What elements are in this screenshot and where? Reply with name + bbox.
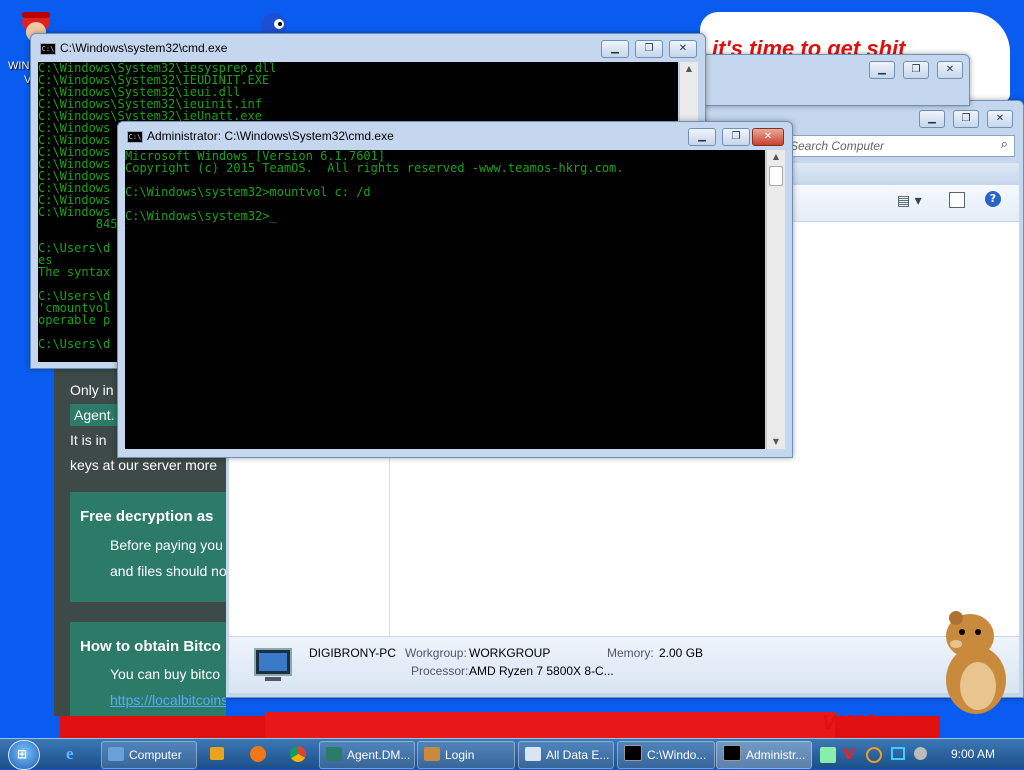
workgroup-label: Workgroup:: [405, 646, 467, 660]
cmd-admin-maximize-button[interactable]: ❐: [722, 128, 750, 146]
free-decryption-box: Free decryption as Before paying you and…: [70, 492, 226, 602]
taskbar-label: Login: [445, 748, 475, 762]
obtain-bitcoin-text: You can buy bitco: [110, 666, 221, 682]
cmd-admin-icon: C:\: [127, 131, 143, 143]
cmd-admin-title: Administrator: C:\Windows\System32\cmd.e…: [147, 129, 394, 143]
tray-app-icon[interactable]: [820, 747, 836, 763]
taskbar-label: Administr...: [746, 748, 806, 762]
windows-logo-icon: ⊞: [17, 747, 28, 761]
volume-tray-icon[interactable]: [914, 747, 927, 760]
admin-scroll-down-arrow[interactable]: ▼: [767, 435, 785, 449]
login-taskbar-icon: [424, 747, 440, 761]
ransom-line-1: Only in: [70, 382, 114, 398]
document-taskbar-icon: [525, 747, 541, 761]
free-decryption-title: Free decryption as: [80, 508, 214, 525]
localbitcoins-link[interactable]: https://localbitcoins.com/buy_bitcoins: [110, 692, 226, 708]
taskbar-button-login[interactable]: Login: [417, 741, 515, 769]
cmd-admin-output: Microsoft Windows [Version 6.1.7601] Copy…: [125, 150, 765, 222]
internet-explorer-icon[interactable]: e: [66, 744, 74, 764]
antivirus-tray-icon[interactable]: V: [843, 745, 859, 763]
cmd-back-titlebar[interactable]: C:\ C:\Windows\system32\cmd.exe ▁ ❐ ✕: [31, 34, 705, 62]
ransom-line-3: keys at our server more: [70, 457, 218, 473]
change-view-icon[interactable]: ▤ ▾: [897, 193, 922, 209]
free-decryption-text-2: and files should no: [110, 563, 226, 579]
explorer-minimize-button[interactable]: ▁: [919, 110, 945, 128]
background-window[interactable]: ▁ ❐ ✕: [700, 54, 970, 106]
cmd-admin-close-button[interactable]: ✕: [752, 128, 784, 146]
computer-icon: [254, 648, 292, 681]
workgroup-value: WORKGROUP: [469, 646, 551, 660]
taskbar-button-cmd[interactable]: C:\Windo...: [617, 741, 715, 769]
free-decryption-text-1: Before paying you: [110, 537, 223, 553]
desktop-icon-1-label: WIN: [8, 60, 30, 72]
processor-label: Processor:: [411, 664, 469, 678]
taskbar-label: All Data E...: [546, 748, 610, 762]
processor-value: AMD Ryzen 7 5800X 8-C...: [469, 664, 614, 678]
computer-taskbar-icon: [108, 747, 124, 761]
cmd-admin-minimize-button[interactable]: ▁: [688, 128, 716, 146]
taskbar-label: Computer: [129, 748, 182, 762]
preview-pane-icon[interactable]: [949, 192, 965, 208]
obtain-bitcoin-title: How to obtain Bitco: [80, 638, 221, 655]
cmd-back-maximize-button[interactable]: ❐: [635, 40, 663, 58]
clock[interactable]: 9:00 AM: [951, 747, 995, 761]
search-icon[interactable]: ⌕: [1001, 137, 1008, 152]
bg-window-maximize-button[interactable]: ❐: [903, 61, 929, 79]
cmd-back-title: C:\Windows\system32\cmd.exe: [60, 41, 228, 55]
cmd-icon: C:\: [40, 43, 56, 55]
taskbar-button-agent[interactable]: Agent.DM...: [319, 741, 415, 769]
cmd-admin-titlebar[interactable]: C:\ Administrator: C:\Windows\System32\c…: [118, 122, 792, 150]
explorer-maximize-button[interactable]: ❐: [953, 110, 979, 128]
taskbar-button-all-data[interactable]: All Data E...: [518, 741, 614, 769]
help-icon[interactable]: ?: [985, 191, 1001, 207]
console-line: C:\Windows\system32>_: [125, 209, 277, 223]
admin-scroll-up-arrow[interactable]: ▲: [767, 150, 785, 164]
monitor-tray-icon[interactable]: [891, 747, 905, 760]
computer-name: DIGIBRONY-PC: [309, 646, 396, 660]
console-line: C:\Windows\system32>mountvol c: /d: [125, 185, 371, 199]
cmd-admin-scrollbar[interactable]: ▲ ▼: [766, 150, 785, 449]
media-player-icon[interactable]: [210, 747, 224, 760]
bg-window-close-button[interactable]: ✕: [937, 61, 963, 79]
console-line: Copyright (c) 2015 TeamOS. All rights re…: [125, 161, 624, 175]
wallpaper-band-text: VMObot: [822, 712, 899, 734]
memory-label: Memory:: [607, 646, 654, 660]
memory-value: 2.00 GB: [659, 646, 704, 660]
browser-taskbar-icon: [326, 747, 342, 761]
details-pane: DIGIBRONY-PC Workgroup: WORKGROUP Memory…: [229, 636, 1019, 693]
admin-cmd-taskbar-icon: [723, 745, 741, 761]
start-button[interactable]: ⊞: [8, 740, 40, 770]
scroll-up-arrow[interactable]: ▲: [680, 62, 698, 76]
cmd-taskbar-icon: [624, 745, 642, 761]
explorer-search-box[interactable]: Search Computer ⌕: [781, 135, 1015, 157]
taskbar: ⊞ e Computer Agent.DM... Login All Data …: [0, 738, 1024, 770]
taskbar-button-admin-cmd[interactable]: Administr...: [716, 741, 812, 769]
taskbar-label: Agent.DM...: [347, 748, 411, 762]
cmd-back-close-button[interactable]: ✕: [669, 40, 697, 58]
explorer-close-button[interactable]: ✕: [987, 110, 1013, 128]
obtain-bitcoin-box: How to obtain Bitco You can buy bitco ht…: [70, 622, 226, 716]
bg-window-minimize-button[interactable]: ▁: [869, 61, 895, 79]
paint-icon[interactable]: [250, 746, 266, 762]
chrome-icon[interactable]: [290, 746, 306, 762]
taskbar-label: C:\Windo...: [647, 748, 707, 762]
wallpaper-red-band-2: [265, 712, 835, 738]
cmd-window-admin[interactable]: C:\ Administrator: C:\Windows\System32\c…: [117, 121, 793, 458]
ransom-line-2: It is in: [70, 432, 107, 448]
taskbar-button-computer[interactable]: Computer: [101, 741, 197, 769]
hamster-mascot-icon: [946, 611, 1006, 714]
search-input[interactable]: Search Computer: [790, 139, 884, 153]
cmd-admin-console[interactable]: Microsoft Windows [Version 6.1.7601] Copy…: [125, 150, 765, 449]
admin-scroll-thumb[interactable]: [769, 166, 783, 186]
cmd-back-minimize-button[interactable]: ▁: [601, 40, 629, 58]
search-tray-icon[interactable]: [866, 747, 882, 763]
